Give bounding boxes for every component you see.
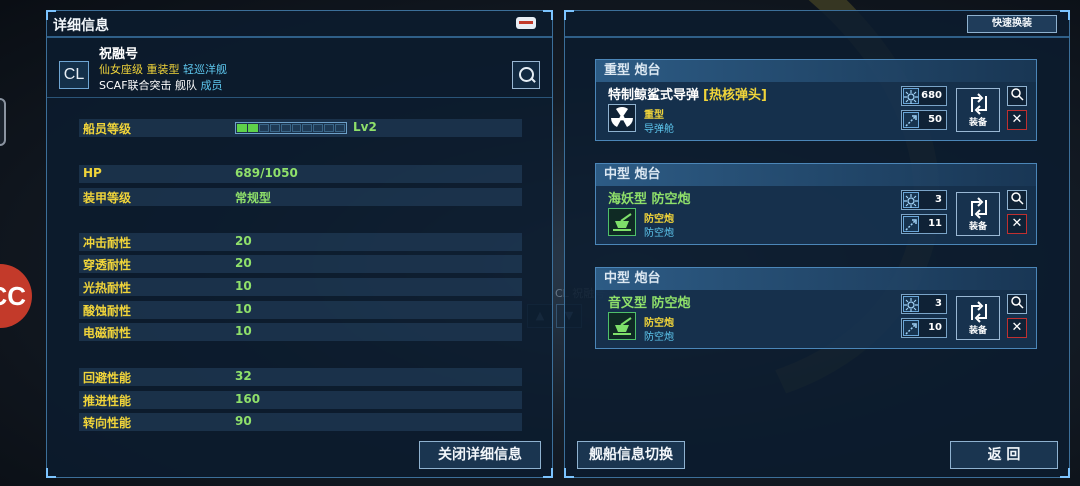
weapon-type: 重型 — [644, 110, 664, 121]
equip-label: 装备 — [968, 326, 987, 336]
back-button[interactable]: 返 回 — [950, 441, 1058, 469]
turret-title: 中型 炮台 — [596, 164, 1036, 186]
stat-label: 回避性能 — [83, 371, 132, 385]
turret-title: 中型 炮台 — [596, 268, 1036, 290]
stat-row: 推进性能 160 — [79, 391, 522, 409]
stat-row: 船员等级 Lv2 — [79, 119, 522, 137]
range-icon — [903, 216, 919, 232]
range-stat: 11 — [901, 214, 947, 234]
ship-info-switch-button[interactable]: 舰船信息切换 — [577, 441, 685, 469]
stat-label: 穿透耐性 — [83, 258, 132, 272]
stat-value: 10 — [235, 302, 252, 316]
equip-label: 装备 — [968, 118, 987, 128]
stat-row: 酸蚀耐性 10 — [79, 301, 522, 319]
equip-button[interactable]: 装备 — [956, 88, 1000, 132]
stat-row: 回避性能 32 — [79, 368, 522, 386]
radiation-icon — [608, 104, 636, 132]
range-icon — [903, 320, 919, 336]
stat-label: 酸蚀耐性 — [83, 304, 132, 318]
stat-value: 160 — [235, 392, 261, 406]
stat-value: 689/1050 — [235, 166, 298, 180]
id-card-icon — [516, 17, 536, 29]
stat-value: 90 — [235, 414, 252, 428]
close-icon[interactable]: ✕ — [1007, 318, 1027, 338]
stat-label: 光热耐性 — [83, 281, 132, 295]
stat-label: 冲击耐性 — [83, 236, 132, 250]
cc-logo: CC — [0, 264, 32, 328]
equip-button[interactable]: 装备 — [956, 296, 1000, 340]
burst-icon — [903, 88, 919, 104]
range-icon — [903, 112, 919, 128]
quick-swap-button[interactable]: 快速换装 — [967, 15, 1057, 33]
close-details-button[interactable]: 关闭详细信息 — [419, 441, 541, 469]
weapon-name: 海妖型 防空炮 — [608, 192, 691, 207]
range-stat: 50 — [901, 110, 947, 130]
stat-value: 20 — [235, 234, 252, 248]
ship-name: 祝融号 — [99, 47, 139, 62]
stat-value: 10 — [235, 324, 252, 338]
turret-slot[interactable]: 重型 炮台特制鲸鲨式导弹 [热核弹头] 重型导弹舱 680 50 装备 ✕ — [595, 59, 1037, 141]
close-icon[interactable]: ✕ — [1007, 110, 1027, 130]
stat-label: 船员等级 — [83, 122, 132, 136]
stat-label: HP — [83, 166, 102, 180]
magnifier-icon[interactable] — [1007, 190, 1027, 210]
stat-row: 电磁耐性 10 — [79, 323, 522, 341]
burst-icon — [903, 192, 919, 208]
turret-title: 重型 炮台 — [596, 60, 1036, 82]
search-icon[interactable] — [512, 61, 540, 89]
stat-value: 20 — [235, 256, 252, 270]
aa-gun-icon — [608, 208, 636, 236]
magnifier-icon[interactable] — [1007, 294, 1027, 314]
stat-row: 光热耐性 10 — [79, 278, 522, 296]
weapon-subtype: 防空炮 — [644, 228, 674, 239]
turret-slot[interactable]: 中型 炮台 海妖型 防空炮 防空炮 防空炮 3 11 装备 ✕ — [595, 163, 1037, 245]
aa-gun-icon — [608, 312, 636, 340]
damage-stat: 3 — [901, 294, 947, 314]
stat-label: 推进性能 — [83, 394, 132, 408]
weapon-name: 特制鲸鲨式导弹 [热核弹头] — [608, 88, 767, 103]
burst-icon — [903, 296, 919, 312]
stat-row: HP 689/1050 — [79, 165, 522, 183]
detail-info-panel: 详细信息 CL 祝融号 仙女座级 重装型 轻巡洋舰 SCAF联合突击 舰队 成员… — [46, 10, 553, 478]
damage-stat: 680 — [901, 86, 947, 106]
weapon-name: 音叉型 防空炮 — [608, 296, 691, 311]
equip-label: 装备 — [968, 222, 987, 232]
magnifier-icon[interactable] — [1007, 86, 1027, 106]
panel-title: 详细信息 — [53, 18, 109, 34]
equip-button[interactable]: 装备 — [956, 192, 1000, 236]
level-text: Lv2 — [353, 120, 377, 134]
weapon-subtype: 防空炮 — [644, 332, 674, 343]
stat-label: 转向性能 — [83, 416, 132, 430]
ship-type-line: 仙女座级 重装型 轻巡洋舰 — [99, 63, 227, 76]
level-progress-bar — [235, 122, 347, 134]
stat-value: 10 — [235, 279, 252, 293]
weapon-subtype: 导弹舱 — [644, 124, 674, 135]
stat-label: 装甲等级 — [83, 191, 132, 205]
stat-label: 电磁耐性 — [83, 326, 132, 340]
stat-row: 冲击耐性 20 — [79, 233, 522, 251]
weapon-type: 防空炮 — [644, 214, 674, 225]
turret-slot[interactable]: 中型 炮台 音叉型 防空炮 防空炮 防空炮 3 10 装备 ✕ — [595, 267, 1037, 349]
ship-class-badge: CL — [59, 61, 89, 89]
close-icon[interactable]: ✕ — [1007, 214, 1027, 234]
ship-fleet-line: SCAF联合突击 舰队 成员 — [99, 79, 223, 92]
range-stat: 10 — [901, 318, 947, 338]
stat-row: 穿透耐性 20 — [79, 255, 522, 273]
weapon-type: 防空炮 — [644, 318, 674, 329]
stat-value: 常规型 — [235, 191, 272, 205]
stat-row: 转向性能 90 — [79, 413, 522, 431]
loadout-panel: 快速换装 重型 炮台 特制鲸鲨式导弹 [热核弹头] 重型 导弹舱 680 50 装备 ✕ 中型 炮… — [564, 10, 1070, 478]
damage-stat: 3 — [901, 190, 947, 210]
side-drawer-tab[interactable] — [0, 98, 6, 146]
stat-row: 装甲等级 常规型 — [79, 188, 522, 206]
stat-value: 32 — [235, 369, 252, 383]
